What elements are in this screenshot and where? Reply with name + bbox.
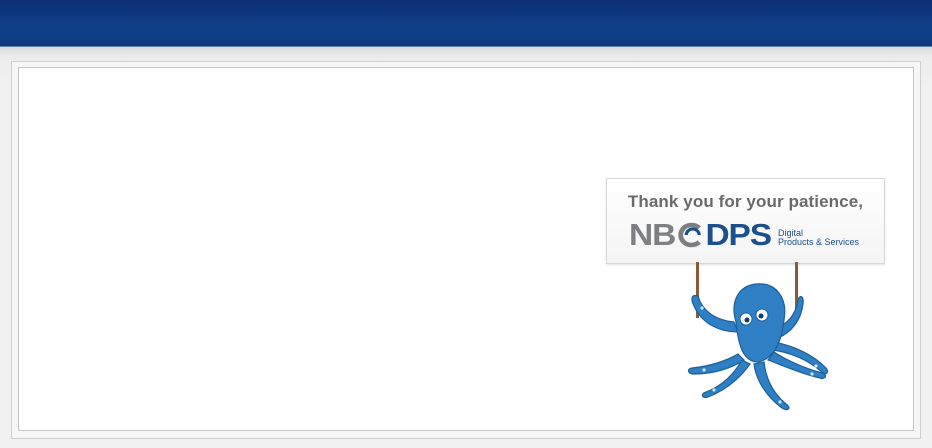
logo-letters-gray: NB: [629, 217, 676, 252]
logo-wordmark: NB DPS: [629, 217, 772, 253]
maintenance-sign: Thank you for your patience, NB DPS Digi…: [606, 178, 885, 264]
nbcdps-logo: NB DPS Digital Products & Services: [629, 217, 869, 253]
logo-tagline: Digital Products & Services: [778, 229, 859, 247]
patience-message: Thank you for your patience,: [627, 192, 864, 211]
logo-ring-icon: [678, 222, 701, 248]
top-header-bar: [0, 0, 932, 47]
octopus-icon: [687, 262, 829, 411]
octopus-body: [687, 283, 829, 411]
logo-tagline-line2: Products & Services: [778, 237, 860, 247]
logo-letters-blue: DPS: [705, 217, 772, 252]
